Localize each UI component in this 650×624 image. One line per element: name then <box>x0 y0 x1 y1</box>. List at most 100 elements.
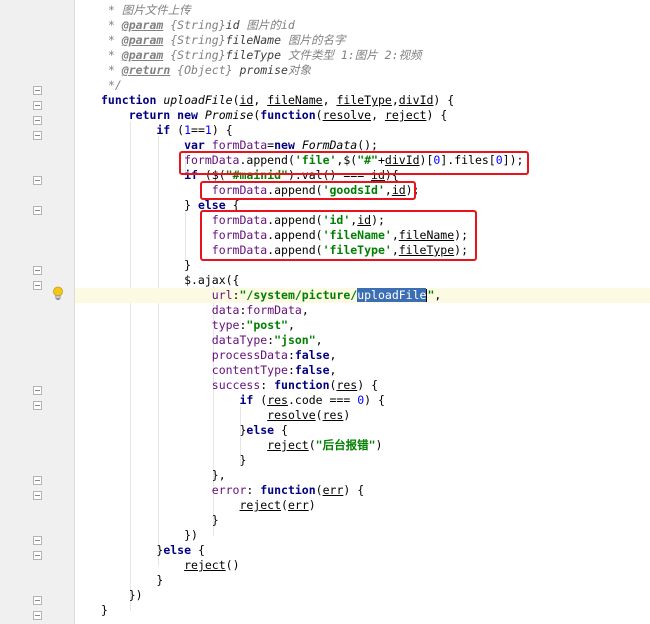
code-line[interactable]: }else { <box>75 543 650 558</box>
code-token: contentType <box>101 363 288 377</box>
code-token: resolve <box>322 108 372 122</box>
fold-marker-icon[interactable] <box>33 176 42 185</box>
fold-marker-icon[interactable] <box>33 281 42 290</box>
code-token: : <box>287 348 295 362</box>
code-token: id <box>391 183 406 197</box>
code-token: ).val() === <box>287 168 372 182</box>
code-token: 图片的名字 <box>281 33 346 47</box>
code-line[interactable]: formData.append('id',id); <box>75 213 650 228</box>
fold-marker-icon[interactable] <box>33 536 42 545</box>
code-line[interactable]: url:"/system/picture/uploadFile", <box>75 288 650 303</box>
code-token: ); <box>454 243 468 257</box>
code-token: function <box>101 93 164 107</box>
code-token: { <box>232 198 240 212</box>
code-token: {String} <box>163 48 226 62</box>
code-line[interactable]: * @return {Object} promise对象 <box>75 63 650 78</box>
code-token: uploadFile <box>357 288 427 302</box>
code-editor[interactable]: * 图片文件上传 * @param {String}id 图片的id * @pa… <box>75 0 650 624</box>
code-line[interactable]: * 图片文件上传 <box>75 3 650 18</box>
code-line[interactable]: * @param {String}id 图片的id <box>75 18 650 33</box>
code-token: type <box>101 318 240 332</box>
code-line[interactable]: type:"post", <box>75 318 650 333</box>
fold-marker-icon[interactable] <box>33 116 42 125</box>
code-token: )[ <box>419 153 434 167</box>
code-token: ( <box>232 93 240 107</box>
code-line[interactable]: data:formData, <box>75 303 650 318</box>
fold-marker-icon[interactable] <box>33 266 42 275</box>
code-line[interactable]: resolve(res) <box>75 408 650 423</box>
code-token: , <box>384 183 392 197</box>
fold-marker-icon[interactable] <box>33 386 42 395</box>
fold-marker-icon[interactable] <box>33 491 42 500</box>
code-line[interactable]: dataType:"json", <box>75 333 650 348</box>
code-token: 0 <box>495 153 503 167</box>
code-token: res <box>267 393 288 407</box>
code-line[interactable]: formData.append('fileType',fileType); <box>75 243 650 258</box>
code-line[interactable]: contentType:false, <box>75 363 650 378</box>
code-line[interactable]: } <box>75 603 650 618</box>
code-token: "#mainid" <box>225 168 288 182</box>
fold-marker-icon[interactable] <box>33 611 42 620</box>
code-token: } <box>101 423 247 437</box>
code-token: "post" <box>246 318 288 332</box>
code-line[interactable]: }) <box>75 588 650 603</box>
fold-marker-icon[interactable] <box>33 596 42 605</box>
fold-marker-icon[interactable] <box>33 401 42 410</box>
code-line[interactable]: function uploadFile(id, fileName, fileTy… <box>75 93 650 108</box>
code-line[interactable]: } else { <box>75 198 650 213</box>
code-line[interactable]: if (res.code === 0) { <box>75 393 650 408</box>
fold-marker-icon[interactable] <box>33 551 42 560</box>
code-line[interactable]: processData:false, <box>75 348 650 363</box>
code-line[interactable]: formData.append('goodsId',id); <box>75 183 650 198</box>
code-line[interactable]: reject() <box>75 558 650 573</box>
code-token: ) { <box>364 393 385 407</box>
code-line[interactable]: var formData=new FormData(); <box>75 138 650 153</box>
code-line[interactable]: } <box>75 573 650 588</box>
code-line[interactable]: $.ajax({ <box>75 273 650 288</box>
code-token: res <box>322 408 344 422</box>
code-line[interactable]: formData.append('fileName',fileName); <box>75 228 650 243</box>
code-line[interactable]: reject("后台报错") <box>75 438 650 453</box>
code-token: ( <box>315 108 323 122</box>
code-token: } <box>101 198 198 212</box>
code-token: , <box>391 243 399 257</box>
code-line[interactable]: } <box>75 453 650 468</box>
code-token: formData <box>211 138 268 152</box>
code-token: ( <box>315 408 323 422</box>
code-line[interactable]: if (1==1) { <box>75 123 650 138</box>
code-line[interactable]: */ <box>75 78 650 93</box>
code-line[interactable]: }) <box>75 528 650 543</box>
code-token: {String} <box>163 33 226 47</box>
code-line[interactable]: reject(err) <box>75 498 650 513</box>
code-token: err <box>287 498 309 512</box>
code-line[interactable]: }, <box>75 468 650 483</box>
code-line[interactable]: * @param {String}fileName 图片的名字 <box>75 33 650 48</box>
code-line[interactable]: }else { <box>75 423 650 438</box>
code-token: ); <box>454 228 468 242</box>
code-token: .append( <box>267 243 323 257</box>
lightbulb-icon[interactable] <box>52 286 64 301</box>
fold-marker-icon[interactable] <box>33 206 42 215</box>
code-line[interactable]: formData.append('file',$("#"+divId)[0].f… <box>75 153 650 168</box>
code-token: , <box>329 348 337 362</box>
fold-marker-icon[interactable] <box>33 476 42 485</box>
code-token: id <box>225 18 240 32</box>
code-token: : <box>232 288 240 302</box>
code-line[interactable]: if ($("#mainid").val() === id){ <box>75 168 650 183</box>
code-line[interactable]: } <box>75 258 650 273</box>
fold-marker-icon[interactable] <box>33 131 42 140</box>
code-line[interactable]: error: function(err) { <box>75 483 650 498</box>
fold-marker-icon[interactable] <box>33 86 42 95</box>
code-token: "#" <box>357 153 378 167</box>
fold-marker-icon[interactable] <box>33 101 42 110</box>
code-token: } <box>101 258 192 272</box>
code-token: error <box>101 483 247 497</box>
code-line[interactable]: return new Promise(function(resolve, rej… <box>75 108 650 123</box>
code-line[interactable]: success: function(res) { <box>75 378 650 393</box>
code-token: id <box>239 93 254 107</box>
code-token: ) { <box>433 93 455 107</box>
code-token: reject <box>239 498 282 512</box>
code-line[interactable]: } <box>75 513 650 528</box>
code-line[interactable]: * @param {String}fileType 文件类型 1:图片 2:视频 <box>75 48 650 63</box>
